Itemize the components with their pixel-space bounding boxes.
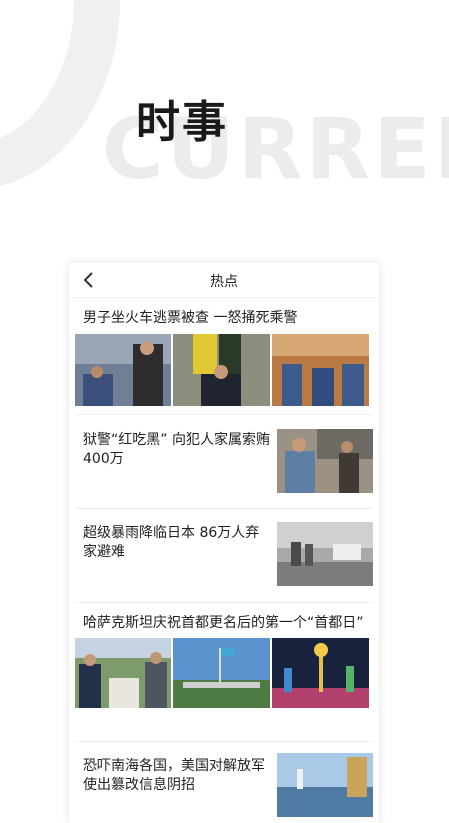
news-item-5[interactable]: 恐吓南海各国，美国对解放军使出篡改信息阴招 [75,751,373,823]
divider [75,602,373,603]
news-title: 超级暴雨降临日本 86万人弃家避难 [83,525,260,560]
page-title: 时事 [136,97,228,148]
news-title: 狱警“红吃黑” 向犯人家属索贿400万 [83,432,270,467]
news-title: 男子坐火车逃票被查 一怒捅死乘警 [83,310,298,326]
news-thumbnail [277,522,373,586]
image-row [75,334,373,406]
news-thumbnail [173,638,270,708]
hero-section: CURREN 时事 [0,0,449,240]
news-item-2[interactable]: 狱警“红吃黑” 向犯人家属索贿400万 [75,425,373,497]
divider [75,414,373,415]
nav-title: 热点 [210,274,238,290]
news-item-1[interactable]: 男子坐火车逃票被查 一怒捅死乘警 [75,309,373,406]
news-item-3[interactable]: 超级暴雨降临日本 86万人弃家避难 [75,518,373,590]
news-thumbnail [277,429,373,493]
news-thumbnail [75,638,171,708]
news-thumbnail [272,638,369,708]
nav-bar: 热点 [69,263,379,298]
image-row [75,638,373,708]
news-thumbnail [272,334,369,406]
news-title: 恐吓南海各国，美国对解放军使出篡改信息阴招 [83,758,265,793]
news-thumbnail [173,334,270,406]
news-card: 热点 男子坐火车逃票被查 一怒捅死乘警 狱警“红吃黑” 向犯人家属索贿400万 … [69,263,379,823]
divider [75,741,373,742]
news-item-4[interactable]: 哈萨克斯坦庆祝首都更名后的第一个“首都日” [75,614,373,708]
news-title: 哈萨克斯坦庆祝首都更名后的第一个“首都日” [83,615,364,631]
news-thumbnail [75,334,171,406]
divider [75,508,373,509]
news-thumbnail [277,753,373,817]
